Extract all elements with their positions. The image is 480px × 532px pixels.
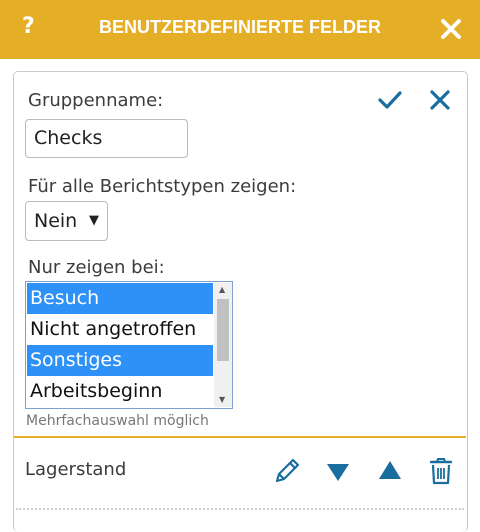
- close-icon[interactable]: [438, 16, 464, 42]
- listbox-scrollbar[interactable]: ▲ ▼: [214, 283, 232, 407]
- show-all-label: Für alle Berichtstypen zeigen:: [28, 176, 297, 197]
- field-row-label: Lagerstand: [25, 459, 127, 480]
- scrollbar-thumb[interactable]: [217, 299, 229, 361]
- list-item[interactable]: Sonstiges: [27, 345, 213, 376]
- confirm-check-icon[interactable]: [378, 90, 402, 110]
- section-divider: [14, 436, 466, 438]
- dropdown-arrow-icon: ▼: [89, 213, 99, 228]
- list-item[interactable]: Besuch: [27, 283, 213, 314]
- dialog-title: BENUTZERDEFINIERTE FELDER: [98, 17, 381, 37]
- show-all-value: Nein: [34, 210, 78, 232]
- scroll-down-icon[interactable]: ▼: [219, 395, 225, 404]
- list-item[interactable]: Arbeitsbeginn: [27, 376, 213, 407]
- report-type-listbox[interactable]: Besuch Nicht angetroffen Sonstiges Arbei…: [25, 281, 233, 409]
- pencil-edit-icon[interactable]: [272, 456, 302, 486]
- scroll-up-icon[interactable]: ▲: [219, 285, 225, 294]
- move-up-icon[interactable]: [378, 460, 402, 480]
- group-name-label: Gruppenname:: [28, 90, 164, 111]
- only-show-label: Nur zeigen bei:: [28, 257, 165, 278]
- group-name-input[interactable]: Checks: [25, 119, 188, 158]
- list-item[interactable]: Nicht angetroffen: [27, 314, 213, 345]
- trash-icon[interactable]: [429, 457, 453, 485]
- move-down-icon[interactable]: [326, 462, 350, 482]
- show-all-select[interactable]: Nein ▼: [25, 201, 108, 241]
- row-separator: [16, 508, 464, 510]
- dialog-header: ? BENUTZERDEFINIERTE FELDER: [0, 0, 480, 59]
- cancel-x-icon[interactable]: [430, 90, 450, 110]
- multi-select-hint: Mehrfachauswahl möglich: [26, 413, 209, 429]
